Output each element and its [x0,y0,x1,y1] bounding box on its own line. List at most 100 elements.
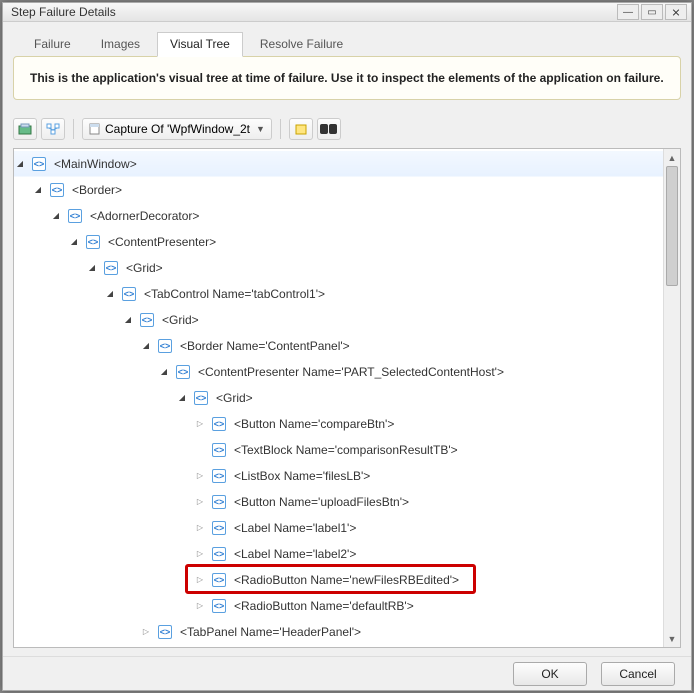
tree-view-icon[interactable] [41,118,65,140]
tree-row[interactable]: <MainWindow> [14,151,663,177]
tree-node-label: <Border Name='ContentPanel'> [180,339,350,353]
expand-icon[interactable] [194,496,206,507]
collapse-icon[interactable] [176,392,188,403]
visual-tree[interactable]: <MainWindow> <Border> <AdornerDecorator> <C… [14,149,663,647]
collapse-icon[interactable] [86,262,98,273]
tree-row[interactable]: <AdornerDecorator> [14,203,663,229]
tree-node-label: <Grid> [216,391,253,405]
vertical-scrollbar[interactable]: ▲ ▼ [663,149,680,647]
tree-node-label: <Grid> [126,261,163,275]
element-icon [212,417,226,431]
find-icon[interactable] [317,118,341,140]
tree-row[interactable]: <RadioButton Name='defaultRB'> [14,593,663,619]
tree-node-label: <Label Name='label2'> [234,547,356,561]
scroll-track[interactable] [664,286,680,630]
ok-button[interactable]: OK [513,662,587,686]
element-icon [176,365,190,379]
scroll-down-icon[interactable]: ▼ [664,630,680,647]
tree-row[interactable]: <ContentPresenter> [14,229,663,255]
collapse-icon[interactable] [122,314,134,325]
tree-node-label: <TabControl Name='tabControl1'> [144,287,325,301]
element-icon [32,157,46,171]
tree-node-label: <Border> [72,183,122,197]
collapse-icon[interactable] [104,288,116,299]
cancel-button[interactable]: Cancel [601,662,675,686]
tree-row[interactable]: <Grid> [14,307,663,333]
tree-row[interactable]: <Grid> [14,385,663,411]
minimize-button[interactable]: — [617,4,639,20]
collapse-icon[interactable] [32,184,44,195]
collapse-icon[interactable] [68,236,80,247]
file-icon [89,123,101,135]
element-icon [212,495,226,509]
tree-node-label: <TextBlock Name='comparisonResultTB'> [234,443,458,457]
tree-row[interactable]: <TabPanel Name='HeaderPanel'> [14,619,663,645]
element-icon [212,547,226,561]
tree-panel: <MainWindow> <Border> <AdornerDecorator> <C… [13,148,681,648]
tab-visual-tree[interactable]: Visual Tree [157,32,243,57]
tree-row[interactable]: <ListBox Name='filesLB'> [14,463,663,489]
element-icon [212,469,226,483]
collapse-icon[interactable] [140,340,152,351]
tree-node-label: <ContentPresenter> [108,235,216,249]
snapshot-icon[interactable] [13,118,37,140]
tab-images[interactable]: Images [88,32,153,56]
expand-icon[interactable] [194,600,206,611]
tree-row[interactable]: <ContentPresenter Name='PART_SelectedCon… [14,359,663,385]
capture-dropdown[interactable]: Capture Of 'WpfWindow_2t ▼ [82,118,272,140]
element-icon [212,573,226,587]
element-icon [158,625,172,639]
info-text: This is the application's visual tree at… [30,71,664,85]
expand-icon[interactable] [194,418,206,429]
binoculars-icon [320,124,337,134]
tree-row[interactable]: <Label Name='label1'> [14,515,663,541]
scroll-thumb[interactable] [666,166,678,286]
tree-row[interactable]: <RadioButton Name='newFilesRBEdited'> [14,567,663,593]
collapse-icon[interactable] [14,158,26,169]
tab-failure[interactable]: Failure [21,32,84,56]
maximize-button[interactable]: ▭ [641,4,663,20]
tab-resolve-failure[interactable]: Resolve Failure [247,32,356,56]
content-area: This is the application's visual tree at… [13,56,681,648]
dialog-footer: OK Cancel [3,656,691,690]
element-icon [212,443,226,457]
tree-row[interactable]: <Border Name='ContentPanel'> [14,333,663,359]
element-icon [140,313,154,327]
tree-node-label: <MainWindow> [54,157,137,171]
tree-row[interactable]: <Button Name='compareBtn'> [14,411,663,437]
element-icon [212,521,226,535]
tree-row[interactable]: <Label Name='label2'> [14,541,663,567]
title-bar: Step Failure Details — ▭ [3,3,691,22]
tree-row[interactable]: <TextBlock Name='comparisonResultTB'> [14,437,663,463]
element-icon [194,391,208,405]
expand-icon[interactable] [194,574,206,585]
dialog-window: Step Failure Details — ▭ Failure Images … [2,2,692,691]
tree-row[interactable]: <Button Name='uploadFilesBtn'> [14,489,663,515]
tree-node-label: <TabPanel Name='HeaderPanel'> [180,625,361,639]
highlight-icon[interactable] [289,118,313,140]
element-icon [212,599,226,613]
tree-node-label: <AdornerDecorator> [90,209,199,223]
collapse-icon[interactable] [50,210,62,221]
tree-row[interactable]: <Border> [14,177,663,203]
scroll-up-icon[interactable]: ▲ [664,149,680,166]
expand-icon[interactable] [194,522,206,533]
tree-row[interactable]: <TabControl Name='tabControl1'> [14,281,663,307]
element-icon [86,235,100,249]
tree-node-label: <Label Name='label1'> [234,521,356,535]
window-title: Step Failure Details [11,5,615,19]
tree-node-label: <Grid> [162,313,199,327]
close-button[interactable] [665,4,687,20]
element-icon [68,209,82,223]
toolbar: Capture Of 'WpfWindow_2t ▼ [13,116,681,142]
tree-row[interactable]: <Grid> [14,255,663,281]
expand-icon[interactable] [194,470,206,481]
expand-icon[interactable] [140,626,152,637]
collapse-icon[interactable] [158,366,170,377]
expand-icon[interactable] [194,548,206,559]
chevron-down-icon: ▼ [256,124,265,134]
element-icon [158,339,172,353]
tree-node-label: <ContentPresenter Name='PART_SelectedCon… [198,365,504,379]
tab-strip: Failure Images Visual Tree Resolve Failu… [3,22,691,56]
capture-label: Capture Of 'WpfWindow_2t [105,122,250,136]
